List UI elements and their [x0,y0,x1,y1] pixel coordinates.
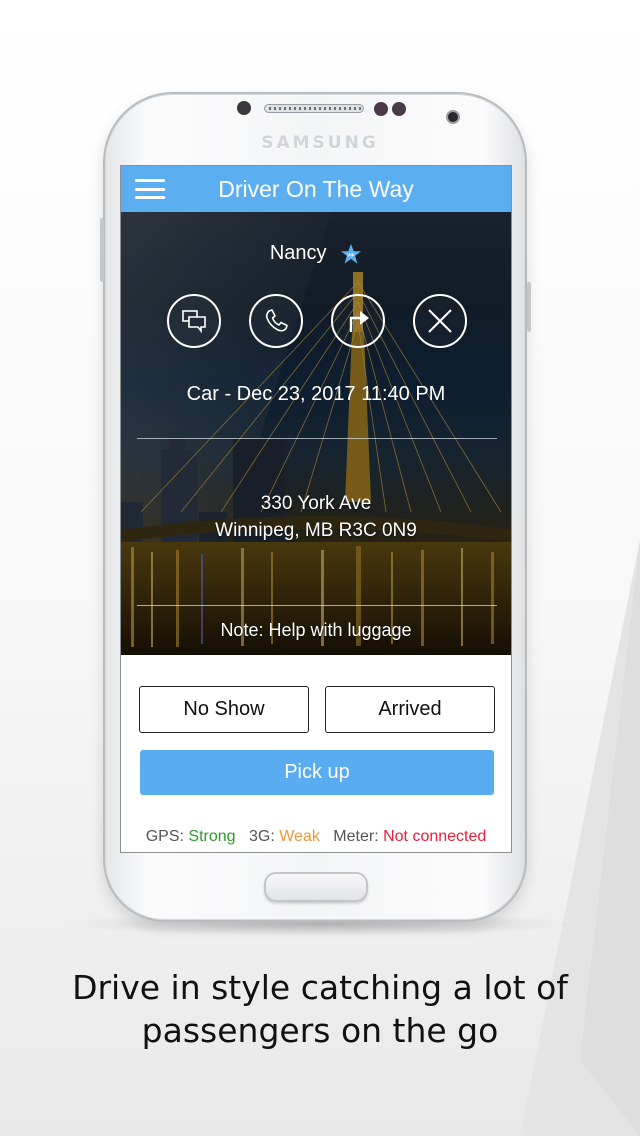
no-show-button[interactable]: No Show [139,686,309,733]
network-label: 3G: [248,828,275,845]
pick-up-button[interactable]: Pick up [140,750,494,795]
app-screen: Driver On The Way Nancy VIP Car - Dec 23… [120,165,512,853]
address-line-2: Winnipeg, MB R3C 0N9 [215,520,417,541]
home-button[interactable] [264,872,368,902]
divider [137,605,497,606]
cancel-trip-button[interactable] [413,294,467,348]
meter-status: Not connected [383,828,487,845]
gps-label: GPS: [145,828,184,845]
gps-status: Strong [188,828,236,845]
meter-label: Meter: [333,828,379,845]
caption-line-1: Drive in style catching a lot of [72,968,568,1007]
phone-volume-button [100,218,104,282]
vip-badge-label: VIP [347,252,354,257]
app-title: Driver On The Way [218,175,414,202]
caption-line-2: passengers on the go [141,1011,499,1050]
turn-right-arrow-icon [349,311,369,332]
address-line-1: 330 York Ave [260,493,372,514]
connection-status-bar: GPS: Strong 3G: Weak Meter: Not connecte… [121,828,511,846]
status-buttons: No Show Arrived [139,686,495,733]
passenger-name: Nancy [269,242,327,265]
hamburger-menu-icon[interactable] [135,179,165,199]
message-button[interactable] [167,294,221,348]
trip-note: Note: Help with luggage [220,620,412,640]
trip-type-datetime: Car - Dec 23, 2017 11:40 PM [186,383,446,405]
front-sensor [237,101,251,115]
phone-icon [265,309,288,332]
phone-power-button [527,282,531,332]
chat-bubbles-icon [182,310,206,334]
call-button[interactable] [249,294,303,348]
light-sensor [392,102,406,116]
device-brand-logo: SAMSUNG [261,133,379,153]
close-x-icon [428,309,452,333]
trip-actions [167,294,467,348]
divider [137,438,497,439]
app-bar: Driver On The Way [121,166,511,212]
promo-caption: Drive in style catching a lot of passeng… [0,966,640,1052]
trip-details-panel: Nancy VIP Car - Dec 23, 2017 11:40 PM 33… [121,212,511,655]
vip-star-icon: VIP [341,243,362,264]
arrived-button[interactable]: Arrived [325,686,495,733]
earpiece-speaker [264,104,364,113]
pickup-address: 330 York Ave Winnipeg, MB R3C 0N9 [121,490,511,544]
trip-info: Nancy VIP Car - Dec 23, 2017 11:40 PM 33… [121,212,511,655]
proximity-sensor [374,102,388,116]
navigate-button[interactable] [331,294,385,348]
passenger-row: Nancy VIP [121,242,511,265]
front-camera [446,110,460,124]
network-status: Weak [279,828,320,845]
